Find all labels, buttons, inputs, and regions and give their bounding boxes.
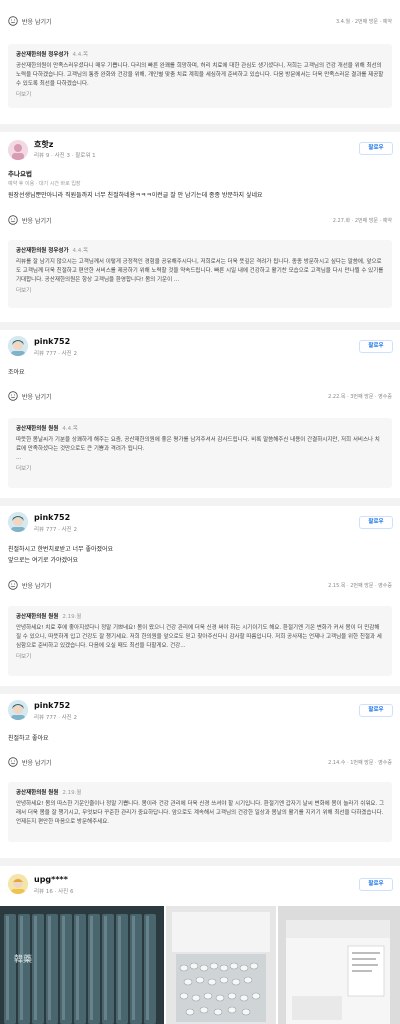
treatment-tag: 추나요법 (8, 170, 32, 178)
reply-text: 안녕하세요! 치료 후에 좋아지셨다니 정말 기쁘네요! 봄이 왔으니 건강 관… (16, 625, 382, 649)
reply-header: 공산재한의원 원원 4.4.목 (16, 424, 384, 432)
visit-info: 3.4.월 · 2번째 방문 · 예약 (335, 19, 392, 25)
reply-date: 2.19.월 (62, 790, 82, 796)
visit-info: 2.22.목 · 3번째 방문 · 영수증 (328, 394, 392, 400)
avatar[interactable] (8, 512, 28, 532)
photo-label: 韓藥 (14, 953, 32, 965)
visit-tags: 예약 후 이용 · 대기 시간 바로 입장 (8, 181, 81, 187)
reaction-row: 반응 남기기 2.15.목 · 2번째 방문 · 영수증 (8, 580, 392, 592)
owner-reply: 공산재한의원 원원 2.19.월 안녕하세요! 봄의 따스한 기운인줄이나 정말 … (8, 782, 392, 842)
reviewer-name[interactable]: upg**** (34, 875, 68, 884)
react-button[interactable]: 반응 남기기 (8, 580, 52, 590)
review-text: 조아요 (8, 369, 25, 376)
reaction-row: 반응 남기기 2.22.목 · 3번째 방문 · 영수증 (8, 391, 392, 403)
avatar[interactable] (8, 700, 28, 720)
photo-package (278, 906, 400, 1024)
reply-author: 공산재한의원 원원 (16, 790, 59, 796)
follow-button[interactable]: 팔로우 (359, 340, 393, 353)
react-label: 반응 남기기 (22, 18, 52, 26)
more-link[interactable]: 더보기 (16, 464, 384, 472)
review-text-line-1: 친절하시고 한번치료받고 너무 좋아졌어요 (8, 546, 114, 553)
owner-reply: 공산재한의원 정우성가 4.4.목 리뷰를 잘 남기지 않으시는 고객님께서 이렇… (8, 240, 392, 308)
reply-text: 따뜻한 봄날씨가 기분을 상쾌하게 해주는 요즘, 공산재한의원에 좋은 평가를… (16, 437, 380, 461)
smile-icon (8, 580, 18, 590)
smile-icon (8, 16, 18, 26)
divider (0, 322, 400, 330)
divider (0, 498, 400, 506)
reply-author: 공산재한의원 원원 (16, 614, 59, 620)
more-link[interactable]: 더보기 (16, 652, 384, 660)
avatar-icon (8, 874, 28, 894)
follow-button[interactable]: 팔로우 (359, 704, 393, 717)
reply-header: 공산재한의원 정우성가 4.4.목 (16, 246, 384, 254)
reviewer-name[interactable]: pink752 (34, 337, 70, 346)
reaction-row: 반응 남기기 3.4.월 · 2번째 방문 · 예약 (8, 16, 392, 28)
reply-text: 리뷰를 잘 남기지 않으시는 고객님께서 이렇게 긍정적인 경험을 공유해주시다… (16, 259, 384, 283)
react-button[interactable]: 반응 남기기 (8, 215, 52, 225)
reply-author: 공산재한의원 정우성가 (16, 248, 69, 254)
visit-info: 2.14.수 · 1번째 방문 · 영수증 (328, 760, 392, 766)
photo-pouches: 韓藥 (0, 906, 164, 1024)
follow-button[interactable]: 팔로우 (359, 516, 393, 529)
reviewer-meta: 리뷰 9 · 사진 3 · 팔로워 1 (34, 153, 96, 159)
smile-icon (8, 757, 18, 767)
review-photos: 韓藥 (0, 906, 400, 1024)
avatar[interactable] (8, 874, 28, 894)
photo-thumbnail[interactable] (278, 906, 400, 1024)
reaction-row: 반응 남기기 2.27.화 · 2번째 방문 · 예약 (8, 215, 392, 227)
reply-header: 공산재한의원 정우성가 4.4.목 (16, 50, 384, 58)
reply-author: 공산재한의원 원원 (16, 426, 59, 432)
divider (0, 858, 400, 866)
reply-header: 공산재한의원 원원 2.19.월 (16, 788, 384, 796)
avatar[interactable] (8, 140, 28, 160)
avatar-icon (8, 336, 28, 356)
owner-reply: 공산재한의원 원원 4.4.목 따뜻한 봄날씨가 기분을 상쾌하게 해주는 요즘,… (8, 418, 392, 488)
reply-text: 안녕하세요! 봄의 따스한 기운인줄이나 정말 기쁩니다. 봄이라 건강 관리에… (16, 801, 385, 825)
react-label: 반응 남기기 (22, 582, 52, 590)
photo-box (166, 906, 276, 1024)
divider (0, 124, 400, 132)
smile-icon (8, 215, 18, 225)
reply-date: 4.4.목 (72, 248, 89, 254)
react-button[interactable]: 반응 남기기 (8, 391, 52, 401)
reviewer-meta: 리뷰 777 · 사진 2 (34, 351, 77, 357)
reply-date: 2.19.월 (62, 614, 82, 620)
visit-info: 2.27.화 · 2번째 방문 · 예약 (332, 218, 392, 224)
owner-reply: 공산재한의원 정우성가 4.4.목 공산재한의원이 만족스러우셨다니 매우 기쁩니… (8, 44, 392, 108)
reply-date: 4.4.목 (72, 52, 89, 58)
react-label: 반응 남기기 (22, 759, 52, 767)
react-label: 반응 남기기 (22, 217, 52, 225)
reply-header: 공산재한의원 원원 2.19.월 (16, 612, 384, 620)
reviewer-meta: 리뷰 777 · 사진 2 (34, 527, 77, 533)
react-button[interactable]: 반응 남기기 (8, 16, 52, 26)
avatar-icon (8, 700, 28, 720)
reviewer-name[interactable]: pink752 (34, 701, 70, 710)
divider (0, 686, 400, 694)
reviewer-name[interactable]: 흐핫z (34, 139, 53, 150)
review-text-line-2: 앞으로는 여기로 가야겠어요 (8, 557, 79, 564)
photo-thumbnail[interactable] (166, 906, 276, 1024)
more-link[interactable]: 더보기 (16, 90, 384, 98)
react-label: 반응 남기기 (22, 393, 52, 401)
smile-icon (8, 391, 18, 401)
review-text: 원장선생님뿐만아니라 직원들까지 너무 친절하네용ㅋㅋㅋ이런글 잘 안 남기는데… (8, 192, 263, 199)
follow-button[interactable]: 팔로우 (359, 142, 393, 155)
reviewer-name[interactable]: pink752 (34, 513, 70, 522)
react-button[interactable]: 반응 남기기 (8, 757, 52, 767)
review-text: 친절하고 좋아요 (8, 735, 49, 742)
owner-reply: 공산재한의원 원원 2.19.월 안녕하세요! 치료 후에 좋아지셨다니 정말 기… (8, 606, 392, 676)
reply-author: 공산재한의원 정우성가 (16, 52, 69, 58)
reviewer-meta: 리뷰 16 · 사진 6 (34, 889, 74, 895)
visit-info: 2.15.목 · 2번째 방문 · 영수증 (328, 583, 392, 589)
photo-thumbnail[interactable]: 韓藥 (0, 906, 164, 1024)
reaction-row: 반응 남기기 2.14.수 · 1번째 방문 · 영수증 (8, 757, 392, 769)
more-link[interactable]: 더보기 (16, 286, 384, 294)
avatar-icon (8, 140, 28, 160)
reviewer-meta: 리뷰 777 · 사진 2 (34, 715, 77, 721)
avatar[interactable] (8, 336, 28, 356)
follow-button[interactable]: 팔로우 (359, 878, 393, 891)
reply-text: 공산재한의원이 만족스러우셨다니 매우 기쁩니다. 다리의 빠른 완쾌를 희망하… (16, 63, 384, 87)
reply-date: 4.4.목 (62, 426, 78, 432)
avatar-icon (8, 512, 28, 532)
